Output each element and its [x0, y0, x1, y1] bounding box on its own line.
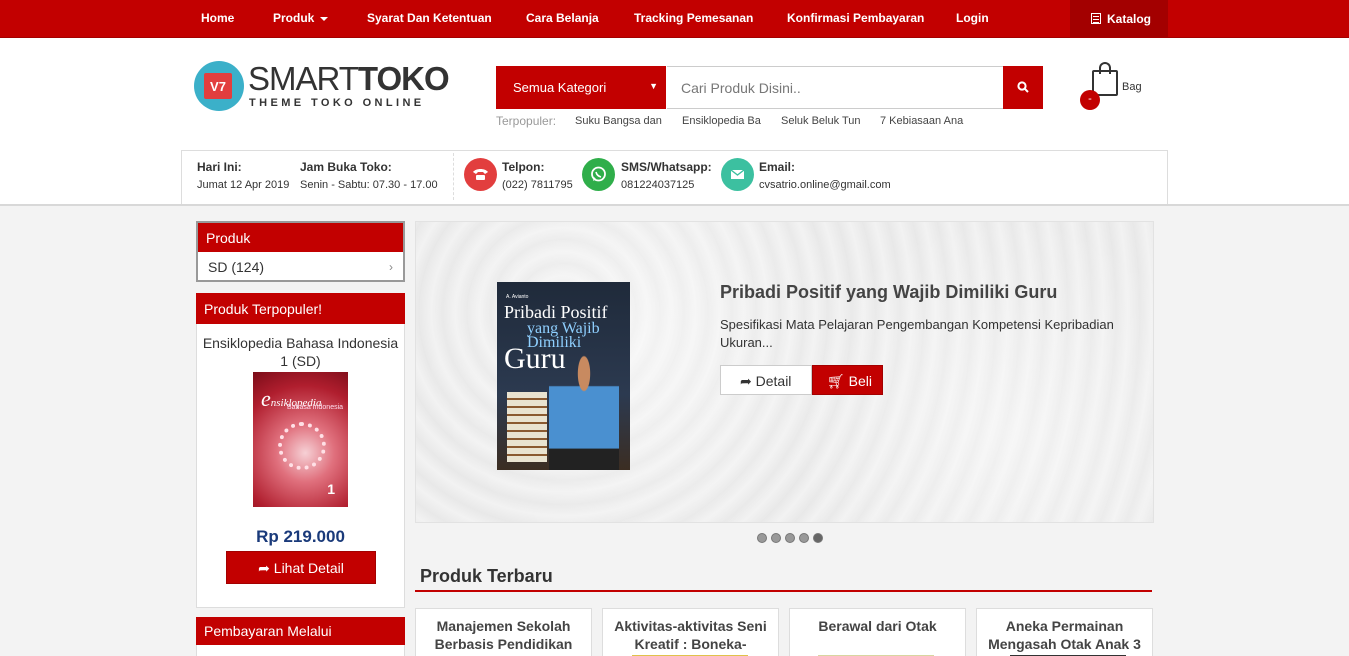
- lihat-detail-button[interactable]: ➦ Lihat Detail: [226, 551, 376, 584]
- phone-label: Telpon:: [502, 160, 545, 174]
- slide-buy-label: Beli: [848, 373, 873, 389]
- phone-value[interactable]: (022) 7811795: [502, 179, 573, 191]
- popular-link[interactable]: Ensiklopedia Ba: [682, 115, 761, 127]
- slider-dot[interactable]: [771, 533, 781, 543]
- product-card[interactable]: Manajemen Sekolah Berbasis Pendidikan: [415, 608, 592, 656]
- popular-link[interactable]: Suku Bangsa dan: [575, 115, 662, 127]
- slider-dot[interactable]: [785, 533, 795, 543]
- cover-author: A. Avianto: [506, 294, 529, 300]
- search-icon: [1017, 81, 1029, 93]
- section-underline: [415, 590, 1152, 592]
- nav-login[interactable]: Login: [956, 11, 989, 25]
- popular-label: Terpopuler:: [496, 114, 557, 128]
- cover-line4: Guru: [504, 342, 566, 375]
- bag-label[interactable]: Bag: [1122, 81, 1142, 93]
- top-navbar: Home Produk Syarat Dan Ketentuan Cara Be…: [0, 0, 1349, 38]
- product-card-name[interactable]: Berawal dari Otak: [800, 617, 955, 635]
- logo-bag-icon: V7: [204, 73, 232, 99]
- produk-box-title: Produk: [198, 223, 403, 252]
- nav-produk[interactable]: Produk: [273, 11, 329, 25]
- slide-buy-button[interactable]: 🛒︎ Beli: [812, 365, 883, 395]
- logo-name-light: SMART: [248, 60, 359, 97]
- cart-count-badge: -: [1080, 90, 1100, 110]
- slider-dot[interactable]: [757, 533, 767, 543]
- nav-home[interactable]: Home: [201, 11, 234, 25]
- cover-ring: [278, 422, 326, 470]
- lihat-detail-label: Lihat Detail: [273, 560, 344, 576]
- slide-detail-button[interactable]: ➦ Detail: [720, 365, 812, 395]
- nav-produk-label: Produk: [273, 11, 315, 25]
- search-button[interactable]: [1003, 66, 1043, 109]
- slide-title[interactable]: Pribadi Positif yang Wajib Dimiliki Guru: [720, 282, 1057, 303]
- cart-icon: 🛒︎: [827, 373, 849, 389]
- slider-dot[interactable]: [799, 533, 809, 543]
- product-card[interactable]: Aneka Permainan Mengasah Otak Anak 3: [976, 608, 1153, 656]
- sms-label: SMS/Whatsapp:: [621, 160, 712, 174]
- newest-products-title: Produk Terbaru: [420, 566, 553, 586]
- category-item-sd[interactable]: SD (124): [208, 259, 264, 275]
- header-divider: [0, 204, 1349, 206]
- nav-syarat[interactable]: Syarat Dan Ketentuan: [367, 11, 492, 25]
- produk-category-box: Produk SD (124) ›: [196, 221, 405, 282]
- list-icon: [1091, 13, 1101, 24]
- chevron-right-icon: ›: [389, 260, 393, 274]
- product-card-name[interactable]: Aktivitas-aktivitas Seni Kreatif : Bonek…: [613, 617, 768, 656]
- store-info-bar: [181, 150, 1168, 205]
- email-value[interactable]: cvsatrio.online@gmail.com: [759, 179, 891, 191]
- phone-icon: [464, 158, 497, 191]
- nav-konfirmasi[interactable]: Konfirmasi Pembayaran: [787, 11, 924, 25]
- popular-link[interactable]: Seluk Beluk Tun: [781, 115, 861, 127]
- payment-box-title: Pembayaran Melalui: [196, 617, 405, 645]
- popular-link[interactable]: 7 Kebiasaan Ana: [880, 115, 963, 127]
- hours-value: Senin - Sabtu: 07.30 - 17.00: [300, 179, 438, 191]
- nav-cara-belanja[interactable]: Cara Belanja: [526, 11, 599, 25]
- category-select-label: Semua Kategori: [513, 80, 607, 95]
- dropdown-arrow-icon: ▼: [649, 81, 658, 91]
- logo-text[interactable]: SMARTTOKO: [248, 60, 450, 98]
- nav-tracking[interactable]: Tracking Pemesanan: [634, 11, 753, 25]
- today-label: Hari Ini:: [197, 160, 242, 174]
- email-icon: [721, 158, 754, 191]
- info-divider: [453, 153, 454, 200]
- whatsapp-icon: [582, 158, 615, 191]
- caret-down-icon: [320, 16, 329, 21]
- search-input[interactable]: [667, 66, 1004, 109]
- popular-product-price: Rp 219.000: [256, 527, 345, 546]
- katalog-label: Katalog: [1107, 12, 1152, 26]
- product-card[interactable]: Berawal dari Otak: [789, 608, 966, 656]
- logo-tagline: THEME TOKO ONLINE: [249, 97, 425, 109]
- hours-label: Jam Buka Toko:: [300, 160, 392, 174]
- product-card-name[interactable]: Aneka Permainan Mengasah Otak Anak 3: [987, 617, 1142, 653]
- cover-number: 1: [327, 481, 335, 497]
- cover-book-stack: [507, 392, 547, 462]
- product-card-name[interactable]: Manajemen Sekolah Berbasis Pendidikan: [426, 617, 581, 653]
- slide-product-image[interactable]: A. Avianto Pribadi Positif yang Wajib Di…: [497, 282, 630, 470]
- email-label: Email:: [759, 160, 796, 174]
- popular-product-name[interactable]: Ensiklopedia Bahasa Indonesia 1 (SD): [202, 334, 399, 370]
- popular-box-title: Produk Terpopuler!: [196, 293, 405, 324]
- category-select[interactable]: Semua Kategori ▼: [496, 66, 666, 109]
- cover-subtitle: Bahasa Indonesia: [287, 404, 344, 411]
- popular-product-image[interactable]: ensiklopedia Bahasa Indonesia 1: [253, 372, 348, 507]
- logo-name-bold: TOKO: [357, 60, 450, 97]
- today-value: Jumat 12 Apr 2019: [197, 179, 290, 191]
- katalog-button[interactable]: Katalog: [1070, 0, 1168, 38]
- payment-box: [196, 645, 405, 656]
- slider-dot[interactable]: [813, 533, 823, 543]
- share-arrow-icon: ➦: [258, 560, 274, 576]
- share-arrow-icon: ➦: [740, 373, 756, 389]
- sms-value[interactable]: 081224037125: [621, 179, 694, 191]
- slide-description: Spesifikasi Mata Pelajaran Pengembangan …: [720, 317, 1114, 350]
- slide-detail-label: Detail: [755, 373, 792, 389]
- product-card[interactable]: Aktivitas-aktivitas Seni Kreatif : Bonek…: [602, 608, 779, 656]
